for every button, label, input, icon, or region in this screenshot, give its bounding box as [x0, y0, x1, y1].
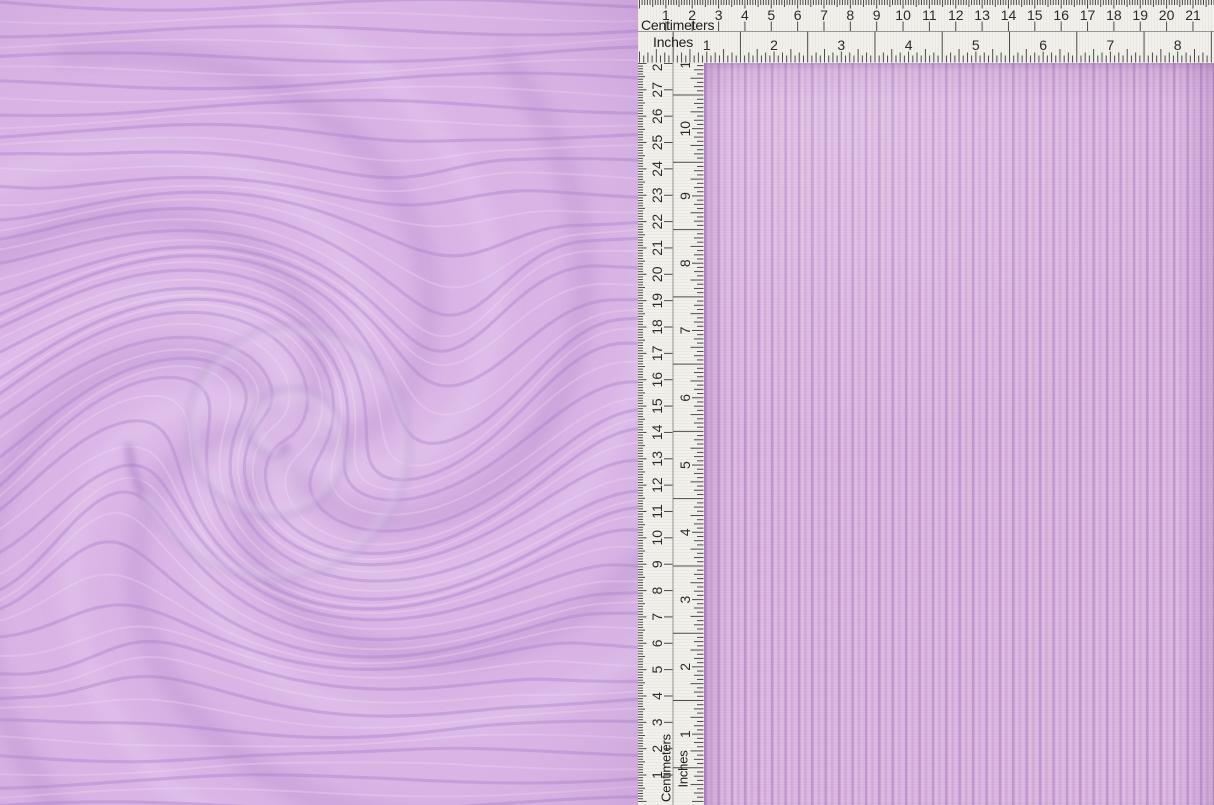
- fabric-product-photo: 1234567891011121314151617181920211234567…: [0, 0, 1214, 805]
- svg-text:4: 4: [741, 7, 749, 23]
- svg-text:2: 2: [770, 37, 778, 53]
- svg-text:13: 13: [974, 7, 990, 23]
- svg-text:7: 7: [649, 613, 665, 621]
- flat-fabric-swatch: [704, 63, 1214, 805]
- svg-text:16: 16: [1053, 7, 1069, 23]
- swirled-fabric-half: [0, 0, 638, 805]
- svg-text:12: 12: [948, 7, 964, 23]
- left-ruler-centimeters-label: Centimeters: [660, 734, 673, 802]
- top-ruler-centimeters-label: Centimeters: [641, 18, 714, 32]
- svg-text:27: 27: [649, 82, 665, 98]
- fabric-swirl: [0, 0, 638, 805]
- svg-text:7: 7: [1107, 37, 1115, 53]
- svg-text:4: 4: [905, 37, 913, 53]
- svg-text:7: 7: [820, 7, 828, 23]
- top-ruler: 1234567891011121314151617181920211234567…: [638, 0, 1214, 63]
- svg-text:9: 9: [649, 560, 665, 568]
- svg-text:4: 4: [649, 692, 665, 700]
- svg-text:7: 7: [677, 326, 693, 334]
- svg-text:5: 5: [767, 7, 775, 23]
- svg-text:15: 15: [649, 398, 665, 414]
- svg-text:26: 26: [649, 108, 665, 124]
- svg-text:10: 10: [677, 121, 693, 137]
- svg-text:15: 15: [1027, 7, 1043, 23]
- svg-text:6: 6: [677, 394, 693, 402]
- svg-text:1: 1: [703, 37, 711, 53]
- svg-text:8: 8: [649, 586, 665, 594]
- svg-text:20: 20: [649, 266, 665, 282]
- svg-text:5: 5: [972, 37, 980, 53]
- svg-text:5: 5: [649, 665, 665, 673]
- svg-text:5: 5: [677, 461, 693, 469]
- left-ruler: 2827262524232221201918171615141312111098…: [638, 63, 704, 805]
- svg-text:10: 10: [649, 530, 665, 546]
- svg-text:13: 13: [649, 451, 665, 467]
- svg-text:9: 9: [873, 7, 881, 23]
- svg-text:14: 14: [1001, 7, 1017, 23]
- svg-text:6: 6: [1039, 37, 1047, 53]
- svg-text:14: 14: [649, 424, 665, 440]
- top-ruler-scale: 1234567891011121314151617181920211234567…: [638, 0, 1214, 63]
- svg-text:3: 3: [715, 7, 723, 23]
- svg-text:21: 21: [1185, 7, 1201, 23]
- svg-text:28: 28: [649, 63, 665, 71]
- svg-text:6: 6: [649, 639, 665, 647]
- svg-text:16: 16: [649, 372, 665, 388]
- svg-text:19: 19: [649, 293, 665, 309]
- svg-text:4: 4: [677, 528, 693, 536]
- top-ruler-inches-label: Inches: [653, 35, 693, 49]
- svg-text:24: 24: [649, 161, 665, 177]
- svg-text:10: 10: [895, 7, 911, 23]
- svg-text:25: 25: [649, 135, 665, 151]
- svg-text:8: 8: [1174, 37, 1182, 53]
- svg-text:2: 2: [677, 663, 693, 671]
- svg-text:1: 1: [677, 730, 693, 738]
- svg-text:9: 9: [677, 192, 693, 200]
- svg-text:17: 17: [1080, 7, 1096, 23]
- left-ruler-inches-label: Inches: [677, 750, 690, 787]
- svg-text:8: 8: [677, 259, 693, 267]
- left-ruler-scale: 2827262524232221201918171615141312111098…: [638, 63, 704, 805]
- svg-text:21: 21: [649, 240, 665, 256]
- svg-text:23: 23: [649, 187, 665, 203]
- svg-text:8: 8: [846, 7, 854, 23]
- svg-text:19: 19: [1132, 7, 1148, 23]
- svg-text:17: 17: [649, 345, 665, 361]
- svg-text:3: 3: [837, 37, 845, 53]
- svg-text:11: 11: [677, 63, 693, 69]
- svg-text:18: 18: [649, 319, 665, 335]
- svg-text:11: 11: [922, 7, 937, 23]
- svg-text:22: 22: [649, 214, 665, 230]
- svg-text:3: 3: [677, 595, 693, 603]
- svg-text:6: 6: [794, 7, 802, 23]
- svg-text:3: 3: [649, 718, 665, 726]
- svg-text:12: 12: [649, 477, 665, 493]
- svg-text:20: 20: [1159, 7, 1175, 23]
- svg-text:11: 11: [649, 504, 665, 519]
- svg-text:18: 18: [1106, 7, 1122, 23]
